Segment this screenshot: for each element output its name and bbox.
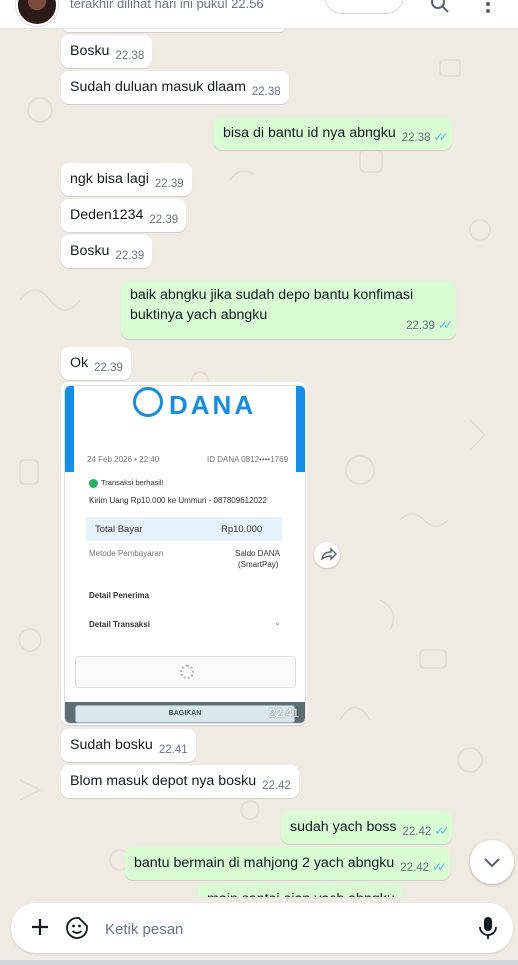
double-check-icon: ✓✓ bbox=[433, 130, 449, 144]
message-bubble-incoming[interactable]: Sudah bosku 22.41 bbox=[61, 729, 196, 762]
message-bubble-outgoing[interactable]: sudah yach boss 22.42 ✓✓ bbox=[281, 811, 453, 844]
message-text: Sudah bosku bbox=[70, 737, 153, 753]
message-bubble-incoming[interactable]: Bosku 22.38 bbox=[61, 35, 153, 68]
message-time-value: 22.39 bbox=[406, 320, 435, 332]
receipt-date: 24 Feb 2026 • 22:40 bbox=[87, 455, 160, 464]
message-text: Bosku bbox=[70, 243, 110, 259]
receipt-transaction-label: Detail Transaksi bbox=[89, 620, 150, 629]
message-text: Ok bbox=[70, 355, 89, 371]
message-input[interactable] bbox=[103, 917, 467, 941]
chat-header: terakhir dilihat hari ini pukul 22.56 bbox=[0, 0, 518, 29]
message-composer bbox=[11, 903, 513, 953]
scroll-to-bottom-button[interactable] bbox=[470, 840, 514, 884]
receipt-method-label: Metode Pembayaran bbox=[89, 549, 164, 558]
message-bubble-outgoing[interactable]: baik abngku jika sudah depo bantu konfim… bbox=[121, 281, 456, 339]
message-time: 22.39 bbox=[115, 250, 145, 262]
message-time-value: 22.38 bbox=[401, 132, 431, 144]
message-bubble-outgoing[interactable]: bisa di bantu id nya abngku 22.38 ✓✓ bbox=[214, 117, 452, 150]
avatar[interactable] bbox=[16, 0, 58, 26]
message-time-value: 22.42 bbox=[402, 826, 432, 838]
video-call-button[interactable] bbox=[324, 0, 404, 14]
menu-icon[interactable] bbox=[478, 0, 498, 14]
message-bubble-incoming[interactable]: Ok 22.39 bbox=[61, 347, 131, 380]
message-bubble-incoming[interactable]: Blom masuk depot nya bosku 22.42 bbox=[61, 765, 299, 798]
receipt-id: ID DANA 0812••••1769 bbox=[207, 455, 289, 464]
receipt-total-value: Rp10.000 bbox=[221, 524, 263, 535]
message-text: ngk bisa lagi bbox=[70, 171, 149, 187]
message-time: 22.39 bbox=[154, 178, 184, 190]
check-circle-icon bbox=[89, 478, 98, 488]
message-time-value: 22.42 bbox=[400, 862, 430, 874]
message-time: 22.42 ✓✓ bbox=[402, 824, 449, 838]
receipt-method-value: Saldo DANA bbox=[235, 549, 280, 558]
plus-icon[interactable] bbox=[27, 914, 53, 940]
sticker-icon[interactable] bbox=[64, 915, 90, 941]
message-time: 22.39 bbox=[94, 362, 123, 374]
image-message[interactable]: DANA 24 Feb 2026 • 22:40 ID DANA 0812•••… bbox=[61, 382, 307, 725]
message-time: 22.42 bbox=[262, 780, 291, 792]
message-bubble-incoming[interactable]: Sudah duluan masuk dlaam 22.38 bbox=[61, 71, 289, 104]
receipt-method-sub: (SmartPay) bbox=[238, 560, 279, 569]
share-button: BAGIKAN bbox=[75, 705, 295, 723]
message-time: 22.38 bbox=[115, 50, 145, 62]
message-time: 22.38 ✓✓ bbox=[401, 130, 449, 144]
receipt-accent-right bbox=[296, 386, 305, 472]
message-bubble-incoming[interactable]: Deden1234 22.39 bbox=[61, 199, 187, 232]
double-check-icon: ✓✓ bbox=[432, 860, 447, 874]
forward-button[interactable] bbox=[314, 542, 340, 568]
message-text: bisa di bantu id nya abngku bbox=[223, 125, 396, 141]
receipt-recipient-label: Detail Penerima bbox=[89, 591, 150, 600]
message-text: Deden1234 bbox=[70, 207, 144, 223]
dana-logo-mark bbox=[133, 387, 163, 417]
receipt-loading-box bbox=[75, 656, 296, 688]
receipt-total-label: Total Bayar bbox=[95, 524, 143, 535]
chevron-down-icon: ⌄ bbox=[274, 618, 281, 627]
message-time: 22.39 ✓✓ bbox=[406, 315, 453, 336]
receipt-status: Transaksi berhasil! bbox=[89, 478, 164, 488]
double-check-icon: ✓✓ bbox=[437, 318, 453, 332]
forward-icon bbox=[321, 547, 337, 561]
receipt-accent-left bbox=[65, 386, 74, 472]
message-bubble-incoming[interactable]: ngk bisa lagi 22.39 bbox=[61, 163, 192, 196]
chevron-down-icon bbox=[484, 858, 500, 868]
message-time: 22.39 bbox=[149, 214, 179, 226]
message-bubble-incoming[interactable]: Bosku 22.39 bbox=[61, 235, 153, 268]
receipt-status-text: Transaksi berhasil! bbox=[101, 478, 164, 487]
double-check-icon: ✓✓ bbox=[434, 824, 449, 838]
receipt-description: Kirim Uang Rp10.000 ke Ummun - 087809612… bbox=[89, 496, 267, 505]
message-bubble-outgoing[interactable]: bantu bermain di mahjong 2 yach abngku 22… bbox=[125, 847, 451, 880]
microphone-icon[interactable] bbox=[477, 915, 499, 941]
message-time: 22.41 bbox=[268, 706, 299, 720]
search-icon[interactable] bbox=[430, 0, 450, 14]
message-time: 22.38 bbox=[251, 86, 281, 98]
loading-spinner-icon bbox=[180, 665, 194, 679]
message-text: baik abngku jika sudah depo bantu konfim… bbox=[130, 287, 414, 323]
message-text: Sudah duluan masuk dlaam bbox=[70, 79, 246, 95]
dana-logo: DANA bbox=[169, 390, 257, 420]
last-seen-status: terakhir dilihat hari ini pukul 22.56 bbox=[70, 0, 264, 11]
message-text: bantu bermain di mahjong 2 yach abngku bbox=[134, 855, 395, 871]
message-text: sudah yach boss bbox=[290, 819, 397, 835]
message-text: Blom masuk depot nya bosku bbox=[70, 773, 257, 789]
message-time: 22.42 ✓✓ bbox=[400, 860, 447, 874]
message-text: Bosku bbox=[70, 43, 110, 59]
window-bottom-edge bbox=[0, 960, 518, 965]
message-time: 22.41 bbox=[158, 744, 188, 756]
dana-receipt-image[interactable]: DANA 24 Feb 2026 • 22:40 ID DANA 0812•••… bbox=[64, 385, 306, 724]
